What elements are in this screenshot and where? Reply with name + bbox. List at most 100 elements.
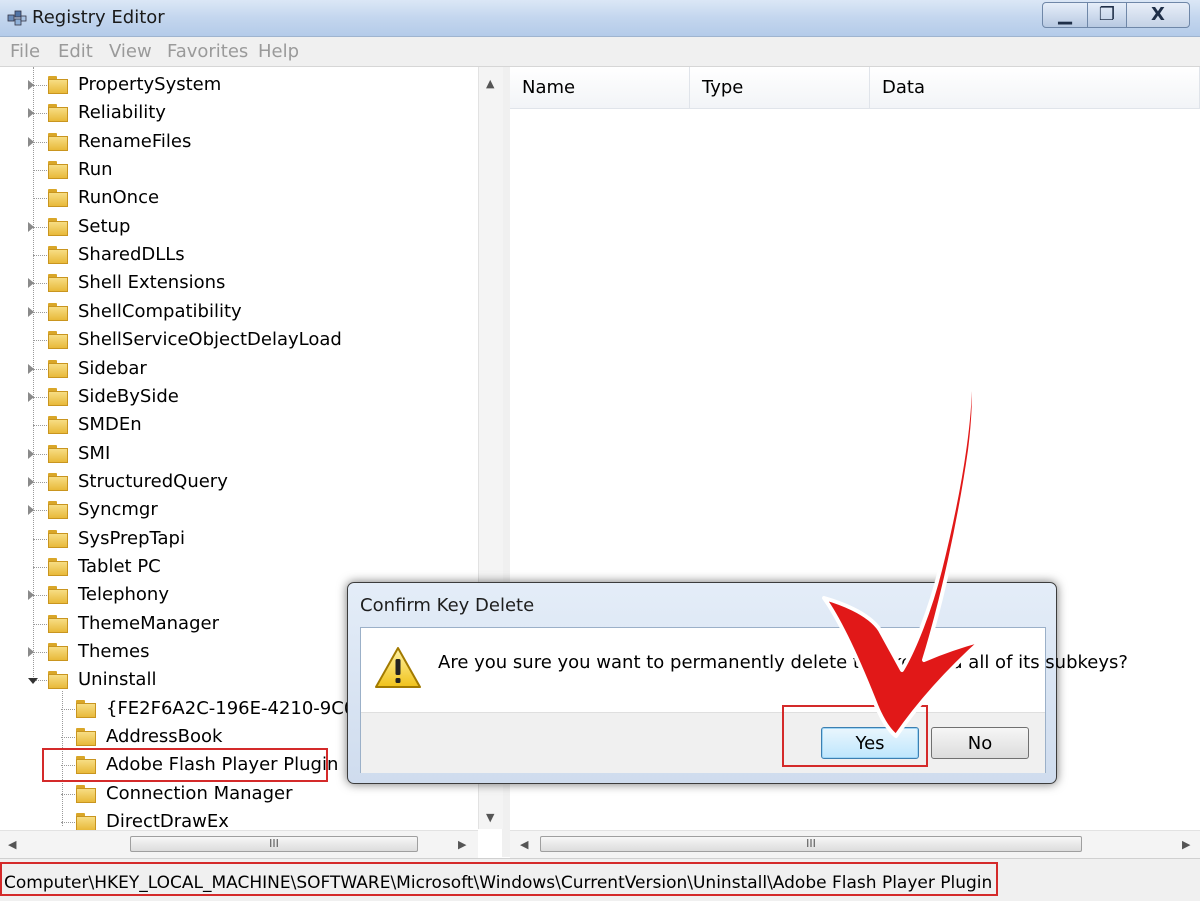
tree-item[interactable]: Shell Extensions [0, 269, 478, 297]
tree-item[interactable]: SMI [0, 440, 478, 468]
expand-arrow-icon[interactable] [28, 476, 34, 487]
tree-item[interactable]: RunOnce [0, 184, 478, 212]
expand-arrow-icon[interactable] [28, 136, 34, 147]
menu-file[interactable]: File [10, 41, 40, 62]
tree-item[interactable]: SideBySide [0, 383, 478, 411]
folder-icon [76, 813, 96, 832]
tree-item-label: SharedDLLs [78, 244, 185, 266]
title-bar: Registry Editor ▁ ❐ X [0, 0, 1200, 37]
expand-arrow-icon[interactable] [28, 448, 34, 459]
column-header-name[interactable]: Name [510, 67, 690, 109]
folder-icon [48, 302, 68, 321]
folder-icon [48, 472, 68, 491]
tree-guide-line [33, 566, 47, 568]
tree-item-label: Syncmgr [78, 499, 158, 521]
folder-icon [48, 416, 68, 435]
close-button[interactable]: X [1126, 2, 1190, 28]
path-highlight-box [0, 862, 998, 896]
folder-icon [48, 529, 68, 548]
tree-guide-line [33, 226, 47, 228]
tree-guide-line [33, 198, 47, 200]
tree-item-label: Run [78, 159, 113, 181]
tree-item[interactable]: ShellCompatibility [0, 298, 478, 326]
folder-icon [48, 586, 68, 605]
menu-view[interactable]: View [109, 41, 152, 62]
expand-arrow-icon[interactable] [28, 647, 34, 657]
tree-item[interactable]: SharedDLLs [0, 241, 478, 269]
tree-item[interactable]: SMDEn [0, 411, 478, 439]
tree-item-label: SideBySide [78, 385, 179, 407]
tree-guide-line [33, 623, 47, 625]
folder-icon [48, 217, 68, 236]
tree-item[interactable]: Reliability [0, 99, 478, 127]
expand-arrow-icon[interactable] [28, 590, 34, 601]
tree-guide-line [33, 113, 47, 115]
minimize-button[interactable]: ▁ [1042, 2, 1088, 28]
tree-item-label: ThemeManager [78, 612, 219, 634]
tree-item-label: Telephony [78, 584, 169, 606]
tree-guide-line [61, 708, 75, 710]
confirm-key-delete-dialog: Confirm Key Delete Are you sure you want… [347, 582, 1128, 784]
expand-arrow-icon[interactable] [28, 391, 34, 402]
tree-item[interactable]: PropertySystem [0, 71, 478, 99]
scroll-left-icon[interactable]: ◀ [8, 838, 16, 851]
no-button[interactable]: No [931, 727, 1029, 759]
tree-item[interactable]: Tablet PC [0, 553, 478, 581]
folder-icon [48, 614, 68, 633]
dialog-body: Are you sure you want to permanently del… [360, 627, 1128, 773]
tree-item-label: Sidebar [78, 357, 147, 379]
tree-item-label: SysPrepTapi [78, 527, 185, 549]
expand-arrow-icon[interactable] [28, 505, 34, 516]
tree-item-label: RenameFiles [78, 130, 192, 152]
tree-item-label: Setup [78, 215, 131, 237]
tree-item[interactable]: RenameFiles [0, 128, 478, 156]
scroll-right-icon[interactable]: ▶ [1182, 838, 1190, 851]
expand-arrow-icon[interactable] [28, 221, 34, 232]
menu-edit[interactable]: Edit [58, 41, 93, 62]
expand-arrow-icon[interactable] [28, 306, 34, 317]
expand-arrow-icon[interactable] [28, 363, 34, 374]
tree-guide-line [33, 538, 47, 540]
tree-item-label: ShellServiceObjectDelayLoad [78, 329, 342, 351]
tree-guide-line [61, 822, 75, 824]
tree-item[interactable]: Run [0, 156, 478, 184]
expand-arrow-icon[interactable] [28, 278, 34, 289]
tree-guide-line [33, 510, 47, 512]
tree-item[interactable]: ShellServiceObjectDelayLoad [0, 326, 478, 354]
scroll-down-icon[interactable]: ▼ [486, 811, 494, 824]
folder-icon [48, 643, 68, 661]
folder-icon [48, 331, 68, 350]
tree-guide-line [33, 425, 47, 427]
folder-icon [48, 132, 68, 151]
column-header-data[interactable]: Data [870, 67, 1200, 109]
list-horizontal-scrollbar[interactable]: ◀ III ▶ [510, 830, 1200, 858]
menu-favorites[interactable]: Favorites [167, 41, 248, 62]
expand-arrow-icon[interactable] [28, 80, 34, 90]
scroll-thumb[interactable]: III [130, 836, 418, 852]
folder-icon [48, 501, 68, 520]
column-header-type[interactable]: Type [690, 67, 870, 109]
expand-arrow-icon[interactable] [28, 108, 34, 119]
collapse-arrow-icon[interactable] [28, 678, 38, 685]
tree-item[interactable]: Sidebar [0, 355, 478, 383]
folder-icon [48, 76, 68, 94]
warning-icon [375, 647, 421, 688]
tree-item-label: AddressBook [106, 726, 223, 748]
folder-icon [48, 671, 68, 690]
tree-item[interactable]: Syncmgr [0, 496, 478, 524]
scroll-thumb[interactable]: III [540, 836, 1082, 852]
tree-item[interactable]: StructuredQuery [0, 468, 478, 496]
tree-guide-line [33, 652, 47, 653]
tree-item[interactable]: Setup [0, 213, 478, 241]
scroll-left-icon[interactable]: ◀ [520, 838, 528, 851]
tree-item[interactable]: SysPrepTapi [0, 525, 478, 553]
maximize-button[interactable]: ❐ [1087, 2, 1127, 28]
scroll-up-icon[interactable]: ▲ [486, 77, 494, 90]
tree-guide-line [33, 340, 47, 342]
scroll-right-icon[interactable]: ▶ [458, 838, 466, 851]
tree-guide-line [33, 595, 47, 597]
menu-help[interactable]: Help [258, 41, 299, 62]
folder-icon [48, 104, 68, 123]
tree-horizontal-scrollbar[interactable]: ◀ III ▶ [0, 830, 478, 858]
tree-item-label: Themes [78, 641, 150, 662]
